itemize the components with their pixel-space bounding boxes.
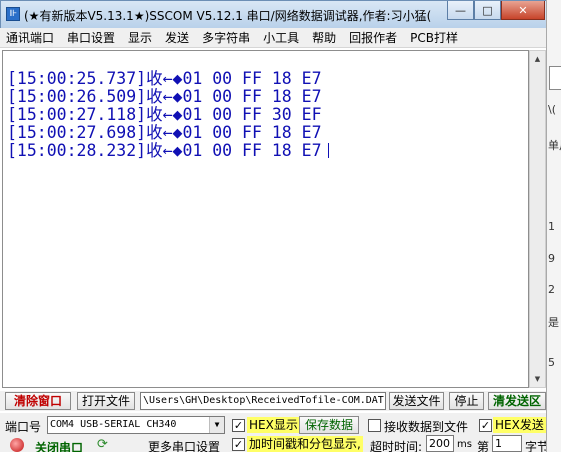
minimize-button[interactable]: — xyxy=(447,1,474,20)
port-select-value: COM4 USB-SERIAL CH340 xyxy=(50,419,177,430)
timeout-label: 超时时间: xyxy=(370,440,423,452)
more-port-settings-link[interactable]: 更多串口设置 xyxy=(148,438,220,452)
menu-item-comm-port[interactable]: 通讯端口 xyxy=(6,29,54,46)
scroll-down-icon[interactable]: ▼ xyxy=(530,371,545,387)
side-fragment: 单片 xyxy=(548,139,561,152)
receive-to-file-label: 接收数据到文件 xyxy=(384,420,469,434)
side-fragment: 1 xyxy=(548,220,555,233)
menu-item-serial-settings[interactable]: 串口设置 xyxy=(67,29,115,46)
side-input-field[interactable] xyxy=(549,66,561,90)
vertical-scrollbar[interactable]: ▲ ▼ xyxy=(529,50,546,388)
save-data-button[interactable]: 保存数据 xyxy=(299,416,359,434)
title-bar[interactable]: ⊪ (★有新版本V5.13.1★)SSCOM V5.12.1 串口/网络数据调试… xyxy=(0,0,548,28)
hex-display-label: HEX显示 xyxy=(247,417,300,433)
clear-send-area-button[interactable]: 清发送区 xyxy=(488,392,546,410)
side-fragment: 是 xyxy=(548,316,559,329)
nth-byte-input[interactable]: 1 xyxy=(492,435,522,452)
text-caret xyxy=(327,143,329,158)
menu-item-tools[interactable]: 小工具 xyxy=(263,29,299,46)
hex-send-checkbox[interactable]: ✓ xyxy=(479,419,492,432)
menu-item-display[interactable]: 显示 xyxy=(128,29,152,46)
receive-line-text: [15:00:28.232]收←◆01 00 FF 18 E7 xyxy=(7,141,322,160)
file-toolbar: 清除窗口 打开文件 \Users\GH\Desktop\ReceivedTofi… xyxy=(0,391,546,411)
refresh-icon[interactable]: ⟳ xyxy=(97,438,111,452)
timeout-input[interactable]: 200 xyxy=(426,435,454,452)
close-button[interactable]: ✕ xyxy=(501,1,545,20)
receive-textarea[interactable]: [15:00:25.737]收←◆01 00 FF 18 E7 [15:00:2… xyxy=(2,50,529,388)
receive-line: [15:00:27.698]收←◆01 00 FF 18 E7 xyxy=(7,123,322,142)
receive-line: [15:00:27.118]收←◆01 00 FF 30 EF xyxy=(7,105,322,124)
menu-item-feedback[interactable]: 回报作者 xyxy=(349,29,397,46)
port-status-icon xyxy=(10,438,24,452)
side-panel: \( 单片 1 9 2 是 5 xyxy=(546,0,561,452)
menu-bar: 通讯端口 串口设置 显示 发送 多字符串 小工具 帮助 回报作者 PCB打样 xyxy=(0,28,548,48)
timestamp-checkbox[interactable]: ✓ xyxy=(232,438,245,451)
port-label: 端口号 xyxy=(5,420,42,434)
receive-to-file-checkbox[interactable] xyxy=(368,419,381,432)
open-file-button[interactable]: 打开文件 xyxy=(77,392,135,410)
clear-window-button[interactable]: 清除窗口 xyxy=(5,392,71,410)
send-file-button[interactable]: 发送文件 xyxy=(389,392,444,410)
menu-item-send[interactable]: 发送 xyxy=(165,29,189,46)
side-fragment: \( xyxy=(548,103,556,116)
menu-item-multi-string[interactable]: 多字符串 xyxy=(202,29,250,46)
hex-send-label: HEX发送 xyxy=(493,417,546,433)
chevron-down-icon[interactable]: ▼ xyxy=(209,417,224,433)
nth-label: 第 xyxy=(477,440,490,452)
close-port-button[interactable]: 关闭串口 xyxy=(35,439,83,452)
side-fragment: 5 xyxy=(548,356,555,369)
receive-line: [15:00:26.509]收←◆01 00 FF 18 E7 xyxy=(7,87,322,106)
receive-line: [15:00:25.737]收←◆01 00 FF 18 E7 xyxy=(7,69,322,88)
side-fragment: 9 xyxy=(548,252,555,265)
menu-item-help[interactable]: 帮助 xyxy=(312,29,336,46)
byte-label: 字节 xyxy=(525,440,546,452)
timestamp-label: 加时间戳和分包显示, xyxy=(247,436,363,452)
side-fragment: 2 xyxy=(548,283,555,296)
port-select[interactable]: COM4 USB-SERIAL CH340 ▼ xyxy=(47,416,225,434)
window-controls: — □ ✕ xyxy=(447,1,545,21)
window-title: (★有新版本V5.13.1★)SSCOM V5.12.1 串口/网络数据调试器,… xyxy=(24,9,432,23)
receive-line-last: [15:00:28.232]收←◆01 00 FF 18 E7 xyxy=(7,142,528,160)
timeout-unit: ms xyxy=(457,439,472,450)
scroll-up-icon[interactable]: ▲ xyxy=(530,51,545,67)
hex-display-checkbox[interactable]: ✓ xyxy=(232,419,245,432)
menu-item-pcb[interactable]: PCB打样 xyxy=(410,29,458,46)
stop-button[interactable]: 停止 xyxy=(449,392,484,410)
app-icon: ⊪ xyxy=(6,7,20,21)
maximize-button[interactable]: □ xyxy=(474,1,501,20)
file-path-input[interactable]: \Users\GH\Desktop\ReceivedTofile-COM.DAT xyxy=(140,392,386,410)
port-toolbar: 端口号 COM4 USB-SERIAL CH340 ▼ ✓ HEX显示 保存数据… xyxy=(0,413,546,452)
